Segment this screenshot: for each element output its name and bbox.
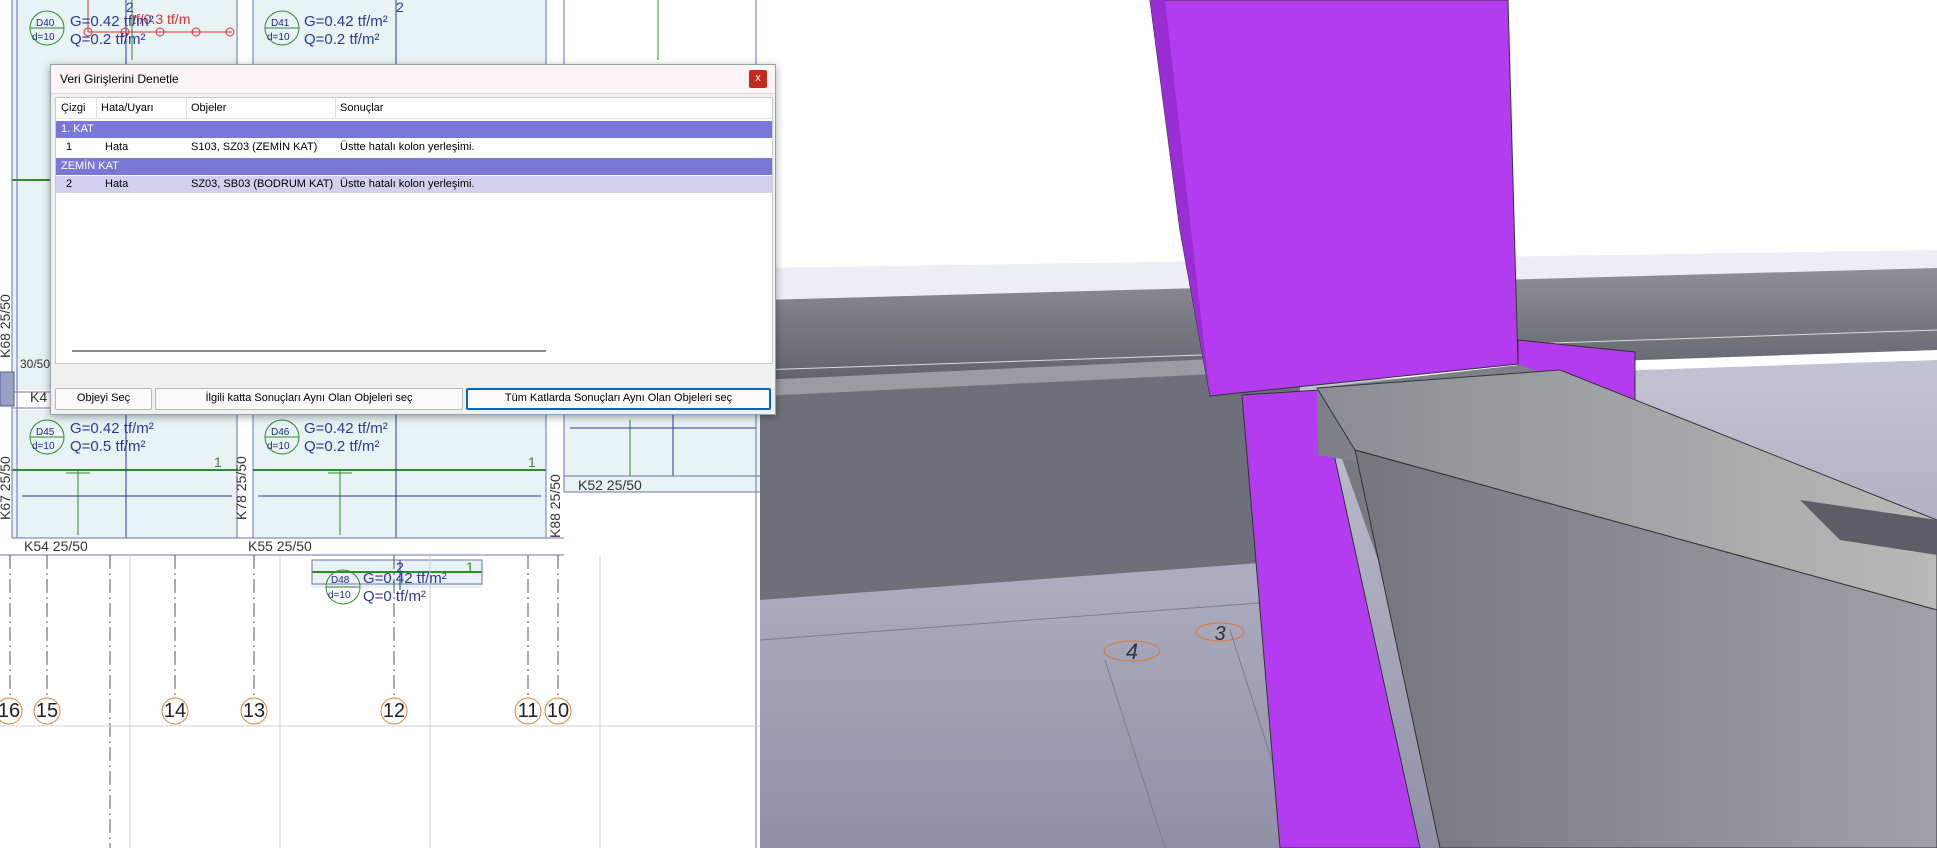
- svg-text:D48: D48: [331, 575, 350, 586]
- group-row[interactable]: 1. KAT: [56, 121, 772, 138]
- svg-text:15: 15: [36, 700, 58, 722]
- svg-text:d=10: d=10: [32, 441, 55, 452]
- table-row-selected[interactable]: 2 Hata SZ03, SB03 (BODRUM KAT) Üstte hat…: [56, 176, 772, 193]
- svg-text:K88 25/50: K88 25/50: [547, 474, 563, 538]
- group-label: 1. KAT: [61, 123, 94, 135]
- svg-text:Q=0.2 tf/m²: Q=0.2 tf/m²: [304, 438, 379, 455]
- column-header-objects[interactable]: Objeler: [191, 102, 226, 114]
- svg-text:12: 12: [383, 700, 405, 722]
- svg-text:K68 25/50: K68 25/50: [0, 294, 13, 358]
- 3d-view[interactable]: 4 3: [760, 0, 1937, 848]
- dialog-titlebar[interactable]: Veri Girişlerini Denetle x: [51, 65, 775, 94]
- column-header-results[interactable]: Sonuçlar: [340, 102, 383, 114]
- svg-text:G=0.42 tf/m²: G=0.42 tf/m²: [304, 13, 388, 30]
- column-upper: [1149, 0, 1519, 397]
- svg-text:K67 25/50: K67 25/50: [0, 456, 13, 520]
- svg-text:G=0.42 tf/m²: G=0.42 tf/m²: [70, 420, 154, 437]
- check-entries-dialog[interactable]: Veri Girişlerini Denetle x Çizgi Hata/Uy…: [50, 64, 776, 415]
- column-header-type[interactable]: Hata/Uyarı: [101, 102, 154, 114]
- svg-text:Q=0 tf/m²: Q=0 tf/m²: [363, 588, 426, 605]
- svg-text:10: 10: [547, 700, 569, 722]
- svg-text:K4: K4: [30, 389, 47, 405]
- row-objects: SZ03, SB03 (BODRUM KAT): [191, 178, 334, 190]
- svg-text:K78 25/50: K78 25/50: [233, 456, 249, 520]
- group-row[interactable]: ZEMİN KAT: [56, 158, 772, 175]
- results-list[interactable]: Çizgi Hata/Uyarı Objeler Sonuçlar 1. KAT…: [55, 97, 773, 364]
- svg-text:G=0.42 tf/m²: G=0.42 tf/m²: [363, 570, 447, 587]
- column-header-line[interactable]: Çizgi: [61, 102, 85, 114]
- svg-text:Q=0.2 tf/m²: Q=0.2 tf/m²: [70, 31, 145, 48]
- row-line: 1: [66, 141, 73, 153]
- svg-text:K54 25/50: K54 25/50: [24, 538, 88, 554]
- svg-text:d=10: d=10: [328, 590, 351, 601]
- svg-text:1: 1: [466, 559, 474, 575]
- svg-text:30/50: 30/50: [20, 357, 50, 371]
- svg-text:D45: D45: [36, 427, 55, 438]
- svg-text:d=10: d=10: [32, 32, 55, 43]
- inner-wall: [760, 362, 1300, 600]
- axis-bubbles[interactable]: 16 15 14 13 12 11 10: [0, 697, 572, 725]
- column: [0, 371, 15, 407]
- svg-text:D46: D46: [271, 427, 290, 438]
- dialog-title: Veri Girişlerini Denetle: [60, 72, 179, 86]
- svg-text:3: 3: [1214, 623, 1225, 645]
- svg-text:D40: D40: [36, 18, 55, 29]
- svg-text:1: 1: [528, 454, 536, 470]
- svg-text:d=10: d=10: [267, 441, 290, 452]
- row-type: Hata: [105, 178, 129, 190]
- svg-text:16: 16: [0, 700, 20, 722]
- svg-text:13: 13: [243, 700, 265, 722]
- svg-text:14: 14: [164, 700, 186, 722]
- svg-text:K52 25/50: K52 25/50: [578, 477, 642, 493]
- select-same-floor-button[interactable]: İlgili katta Sonuçları Aynı Olan Objeler…: [155, 388, 463, 410]
- group-label: ZEMİN KAT: [61, 160, 119, 172]
- horizontal-scrollbar[interactable]: [72, 350, 546, 352]
- table-row[interactable]: 1 Hata S103, SZ03 (ZEMİN KAT) Üstte hata…: [56, 139, 772, 156]
- axis-lines: [9, 555, 559, 848]
- svg-text:G=0.42 tf/m²: G=0.42 tf/m²: [70, 13, 154, 30]
- svg-text:G=0.42 tf/m²: G=0.42 tf/m²: [304, 420, 388, 437]
- close-button[interactable]: x: [749, 70, 767, 88]
- svg-text:K55 25/50: K55 25/50: [248, 538, 312, 554]
- select-object-button[interactable]: Objeyi Seç: [55, 388, 152, 410]
- svg-text:Q=0.5 tf/m²: Q=0.5 tf/m²: [70, 438, 145, 455]
- row-line: 2: [66, 178, 73, 190]
- svg-text:1: 1: [214, 454, 222, 470]
- row-result: Üstte hatalı kolon yerleşimi.: [340, 178, 475, 190]
- list-header: Çizgi Hata/Uyarı Objeler Sonuçlar: [56, 98, 772, 119]
- svg-text:2: 2: [396, 0, 404, 15]
- row-result: Üstte hatalı kolon yerleşimi.: [340, 141, 475, 153]
- svg-text:D41: D41: [271, 18, 290, 29]
- svg-text:4: 4: [1126, 639, 1138, 664]
- row-objects: S103, SZ03 (ZEMİN KAT): [191, 141, 318, 153]
- select-all-floors-button[interactable]: Tüm Katlarda Sonuçları Aynı Olan Objeler…: [466, 388, 771, 410]
- svg-text:d=10: d=10: [267, 32, 290, 43]
- row-type: Hata: [105, 141, 129, 153]
- svg-text:2: 2: [396, 559, 404, 575]
- svg-text:Q=0.2 tf/m²: Q=0.2 tf/m²: [304, 31, 379, 48]
- svg-text:11: 11: [518, 700, 539, 722]
- svg-text:2: 2: [126, 0, 134, 15]
